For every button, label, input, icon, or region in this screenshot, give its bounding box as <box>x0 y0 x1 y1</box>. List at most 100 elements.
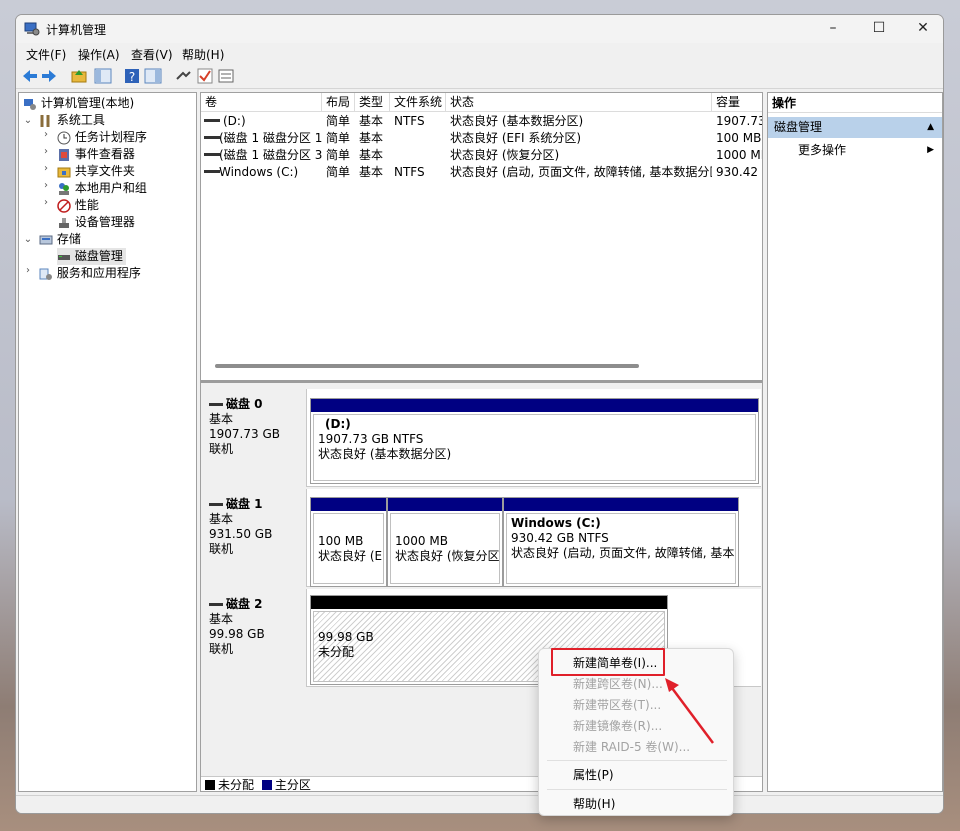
properties-list-icon[interactable] <box>217 67 235 85</box>
minimize-button[interactable]: – <box>810 15 856 43</box>
chevron-right-icon[interactable]: › <box>41 197 51 208</box>
menu-separator <box>547 789 727 790</box>
menu-item-properties[interactable]: 属性(P) <box>573 765 614 785</box>
volume-layout: 简单 <box>326 148 351 162</box>
tree-item-label: 设备管理器 <box>74 215 135 229</box>
tree-item-label: 事件查看器 <box>74 147 135 161</box>
disk-info[interactable]: 磁盘 1 基本 931.50 GB 联机 <box>201 489 307 587</box>
partition-block[interactable]: Windows (C:) 930.42 GB NTFS 状态良好 (启动, 页面… <box>503 497 739 587</box>
help-icon[interactable]: ? <box>123 67 141 85</box>
disk-info[interactable]: 磁盘 0 基本 1907.73 GB 联机 <box>201 389 307 487</box>
services-icon <box>39 268 52 280</box>
computer-management-window: 计算机管理 – ☐ ✕ 文件(F) 操作(A) 查看(V) 帮助(H) ? 计算… <box>15 14 944 814</box>
volume-layout: 简单 <box>326 131 351 145</box>
volume-status: 状态良好 (基本数据分区) <box>450 114 584 128</box>
check-icon[interactable] <box>196 67 214 85</box>
column-header-volume[interactable]: 卷 <box>201 93 322 112</box>
show-hide-action-pane-icon[interactable] <box>144 67 162 85</box>
tree-item-label: 系统工具 <box>56 113 105 127</box>
tree-root-label: 计算机管理(本地) <box>40 96 135 110</box>
partition-bar <box>388 498 502 511</box>
tree-item-storage[interactable]: 存储 <box>39 231 81 248</box>
chevron-right-icon[interactable]: › <box>41 163 51 174</box>
partition-bar <box>504 498 738 511</box>
computer-management-icon <box>24 22 40 36</box>
chevron-right-icon[interactable]: ▶ <box>927 142 934 158</box>
menu-help[interactable]: 帮助(H) <box>182 46 224 63</box>
shared-folder-icon <box>57 167 71 177</box>
table-row[interactable]: Windows (C:) 简单 基本 NTFS 状态良好 (启动, 页面文件, … <box>201 164 762 181</box>
menu-separator <box>547 760 727 761</box>
connect-icon[interactable] <box>174 67 192 85</box>
status-bar <box>16 795 943 813</box>
primary-partition-swatch <box>261 780 272 790</box>
tree-item-event-viewer[interactable]: 事件查看器 <box>57 146 135 163</box>
tree-item-local-users[interactable]: 本地用户和组 <box>57 180 147 197</box>
chevron-down-icon[interactable]: ⌄ <box>23 115 33 126</box>
menu-item-help[interactable]: 帮助(H) <box>573 794 615 814</box>
volume-icon <box>204 153 220 156</box>
table-row[interactable]: (磁盘 1 磁盘分区 1) 简单 基本 状态良好 (EFI 系统分区) 100 … <box>201 130 762 147</box>
column-header-capacity[interactable]: 容量 <box>712 93 762 112</box>
tree-item-label: 存储 <box>56 232 81 246</box>
disk-info[interactable]: 磁盘 2 基本 99.98 GB 联机 <box>201 589 307 687</box>
actions-header: 操作 <box>768 93 942 113</box>
tree-item-system-tools[interactable]: 系统工具 <box>39 112 105 129</box>
chevron-right-icon[interactable]: › <box>41 180 51 191</box>
partition-details: 100 MB 状态良好 (EF <box>313 513 384 584</box>
partition-size: 1000 MB <box>395 534 448 548</box>
partition-block[interactable]: 1000 MB 状态良好 (恢复分区) <box>387 497 503 587</box>
tree-root[interactable]: 计算机管理(本地) <box>23 95 134 112</box>
volume-name: (磁盘 1 磁盘分区 3) <box>219 148 322 162</box>
partition-size: 1907.73 GB NTFS <box>318 432 424 446</box>
volume-type: 基本 <box>359 148 384 162</box>
svg-text:?: ? <box>129 70 135 84</box>
menu-file[interactable]: 文件(F) <box>26 46 66 63</box>
highlight-box <box>551 648 665 676</box>
more-actions-item[interactable]: 更多操作 <box>798 142 846 158</box>
forward-arrow-icon[interactable] <box>40 67 58 85</box>
actions-section-disk-management[interactable]: 磁盘管理 ▲ <box>768 117 942 138</box>
column-header-layout[interactable]: 布局 <box>322 93 355 112</box>
column-header-filesystem[interactable]: 文件系统 <box>390 93 446 112</box>
tree-item-performance[interactable]: 性能 <box>57 197 99 214</box>
volume-name: (磁盘 1 磁盘分区 1) <box>219 131 322 145</box>
horizontal-scrollbar[interactable] <box>215 364 639 368</box>
menu-action[interactable]: 操作(A) <box>78 46 120 63</box>
menu-item-new-mirrored-volume: 新建镜像卷(R)... <box>573 719 663 733</box>
partition-block[interactable]: 100 MB 状态良好 (EF <box>310 497 387 587</box>
column-header-status[interactable]: 状态 <box>446 93 712 112</box>
tree-item-services-apps[interactable]: 服务和应用程序 <box>39 265 141 282</box>
partition-block[interactable]: (D:) 1907.73 GB NTFS 状态良好 (基本数据分区) <box>310 398 759 484</box>
volume-icon <box>204 119 220 122</box>
disk-size: 1907.73 GB <box>209 427 280 441</box>
up-folder-icon[interactable] <box>70 67 88 85</box>
volume-capacity: 1907.73 <box>716 114 763 128</box>
table-row[interactable]: (D:) 简单 基本 NTFS 状态良好 (基本数据分区) 1907.73 <box>201 113 763 130</box>
chevron-down-icon[interactable]: ⌄ <box>23 234 33 245</box>
collapse-up-icon[interactable]: ▲ <box>927 117 934 138</box>
volume-capacity: 930.42 G <box>716 165 762 179</box>
back-arrow-icon[interactable] <box>21 67 39 85</box>
tree-item-shared-folders[interactable]: 共享文件夹 <box>57 163 135 180</box>
chevron-right-icon[interactable]: › <box>41 129 51 140</box>
volume-capacity: 1000 ME <box>716 148 762 162</box>
tree-item-task-scheduler[interactable]: 任务计划程序 <box>57 129 147 146</box>
table-row[interactable]: (磁盘 1 磁盘分区 3) 简单 基本 状态良好 (恢复分区) 1000 ME <box>201 147 762 164</box>
menu-view[interactable]: 查看(V) <box>131 46 173 63</box>
volume-status: 状态良好 (EFI 系统分区) <box>450 131 582 145</box>
disk-type: 基本 <box>209 612 234 626</box>
device-manager-icon <box>59 217 69 228</box>
chevron-right-icon[interactable]: › <box>41 146 51 157</box>
show-hide-tree-icon[interactable] <box>94 67 112 85</box>
column-header-type[interactable]: 类型 <box>355 93 390 112</box>
actions-pane: 操作 磁盘管理 ▲ 更多操作 ▶ <box>767 92 943 792</box>
chevron-right-icon[interactable]: › <box>23 265 33 276</box>
tree-item-device-manager[interactable]: 设备管理器 <box>57 214 135 231</box>
volume-filesystem: NTFS <box>394 114 425 128</box>
partition-bar <box>311 399 758 412</box>
tree-item-disk-management[interactable]: 磁盘管理 <box>57 248 126 265</box>
tree-item-label: 性能 <box>74 198 99 212</box>
close-button[interactable]: ✕ <box>900 15 943 43</box>
maximize-button[interactable]: ☐ <box>856 15 902 43</box>
